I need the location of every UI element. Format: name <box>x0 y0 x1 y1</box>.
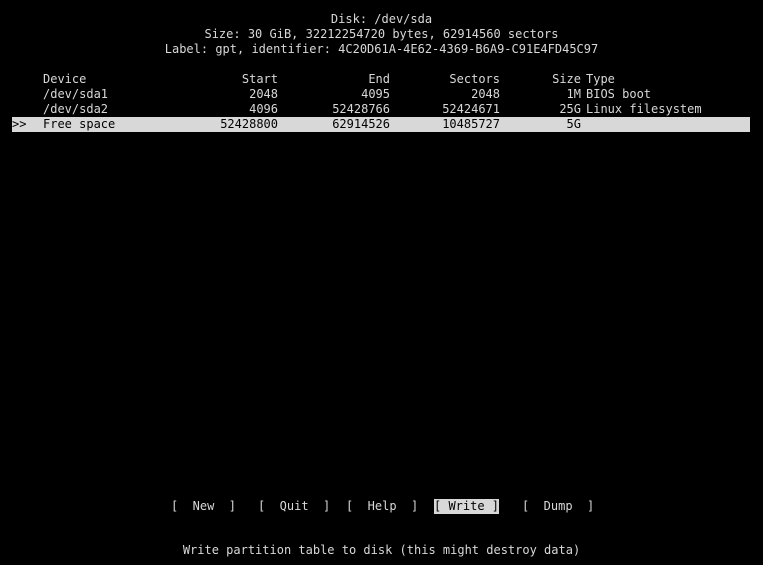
row-type: BIOS boot <box>586 87 652 101</box>
new-button[interactable]: [ New ] <box>171 499 236 514</box>
row-sectors: 10485727 <box>442 117 500 131</box>
table-row[interactable]: /dev/sda1 2048 4095 2048 1M BIOS boot <box>0 87 763 102</box>
help-button[interactable]: [ Help ] <box>346 499 418 514</box>
row-sectors: 52424671 <box>442 102 500 116</box>
disk-label-info: Label: gpt, identifier: 4C20D61A-4E62-43… <box>164 42 599 56</box>
row-start: 52428800 <box>220 117 278 131</box>
disk-title: Disk: /dev/sda <box>330 12 433 26</box>
row-sectors: 2048 <box>471 87 500 101</box>
dump-button[interactable]: [ Dump ] <box>522 499 594 514</box>
quit-button[interactable]: [ Quit ] <box>258 499 330 514</box>
selection-marker: >> <box>12 117 27 131</box>
row-end: 4095 <box>361 87 390 101</box>
row-size: 1M <box>566 87 581 101</box>
table-row-selected[interactable]: >> Free space 52428800 62914526 10485727… <box>12 117 750 132</box>
row-size: 5G <box>566 117 581 131</box>
row-end: 62914526 <box>332 117 390 131</box>
column-start: Start <box>241 72 278 86</box>
column-device: Device <box>43 72 87 86</box>
column-end: End <box>368 72 390 86</box>
row-device: /dev/sda2 <box>43 102 109 116</box>
action-hint: Write partition table to disk (this migh… <box>182 543 581 557</box>
row-end: 52428766 <box>332 102 390 116</box>
table-header: Device Start End Sectors Size Type <box>0 72 763 87</box>
table-row[interactable]: /dev/sda2 4096 52428766 52424671 25G Lin… <box>0 102 763 117</box>
column-size: Size <box>552 72 581 86</box>
row-start: 2048 <box>249 87 278 101</box>
row-device: /dev/sda1 <box>43 87 109 101</box>
column-sectors: Sectors <box>449 72 500 86</box>
row-start: 4096 <box>249 102 278 116</box>
row-size: 25G <box>559 102 581 116</box>
row-device: Free space <box>43 117 116 131</box>
row-type: Linux filesystem <box>586 102 702 116</box>
action-menu: [ New ] [ Quit ] [ Help ] [ Write ] [ Du… <box>0 499 763 514</box>
disk-size-info: Size: 30 GiB, 32212254720 bytes, 6291456… <box>204 27 559 41</box>
write-button[interactable]: [ Write ] <box>434 499 500 514</box>
column-type: Type <box>586 72 615 86</box>
